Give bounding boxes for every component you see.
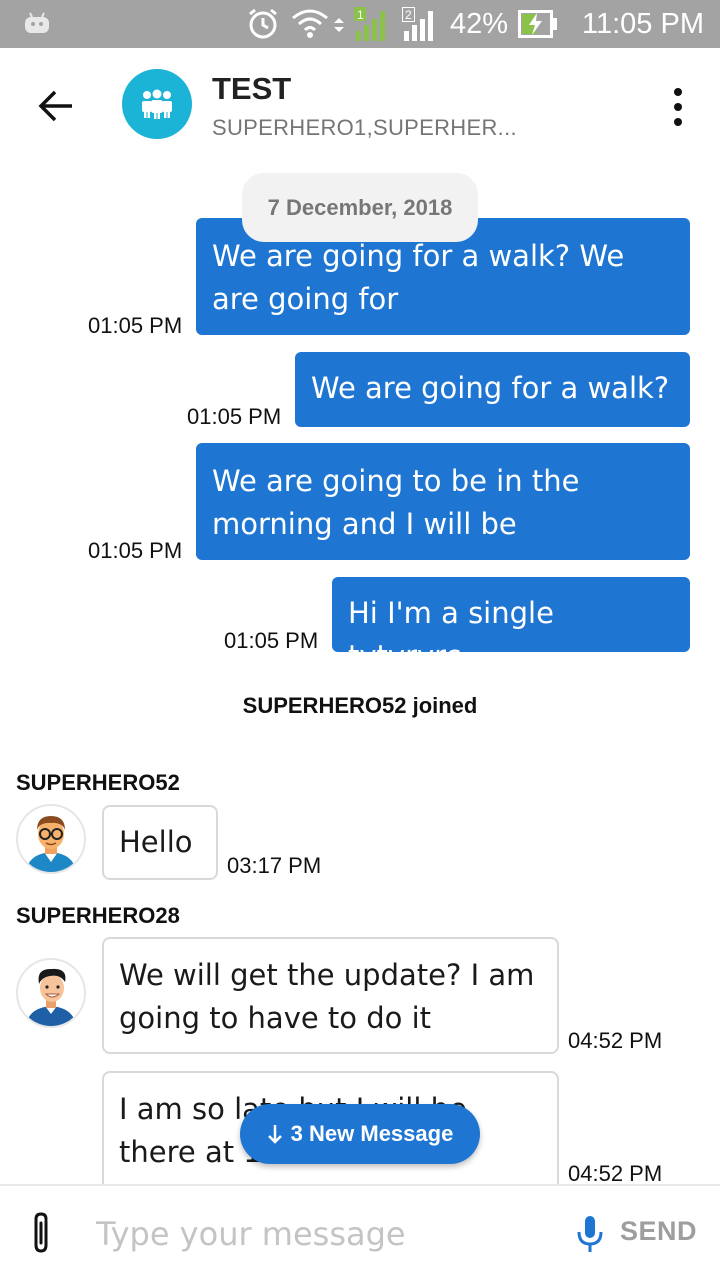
incoming-message[interactable]: We will get the update? I am going to ha… bbox=[102, 937, 559, 1054]
sender-name: SUPERHERO28 bbox=[16, 903, 180, 928]
user-avatar-smiling-icon bbox=[26, 968, 76, 1026]
outgoing-message[interactable]: Hi I'm a single tvtvrvrc bbox=[332, 577, 690, 673]
microphone-icon bbox=[577, 1216, 603, 1252]
outgoing-message[interactable]: We are going to be in the morning and I … bbox=[196, 443, 690, 560]
system-message: SUPERHERO52 joined bbox=[242, 693, 478, 718]
chat-header: TEST SUPERHERO1,SUPERHER... bbox=[0, 48, 720, 166]
paperclip-icon bbox=[34, 1212, 48, 1253]
message-time: 01:05 PM bbox=[88, 538, 183, 563]
date-separator: 7 December, 2018 bbox=[242, 173, 478, 242]
arrow-down-icon bbox=[267, 1125, 282, 1144]
outgoing-message[interactable]: We are going for a walk? bbox=[295, 352, 690, 427]
android-icon bbox=[25, 12, 49, 33]
message-time: 01:05 PM bbox=[187, 404, 282, 429]
more-vert-icon bbox=[674, 88, 682, 96]
message-input[interactable] bbox=[96, 1204, 556, 1264]
more-vert-dot bbox=[674, 118, 682, 126]
svg-text:1: 1 bbox=[357, 8, 364, 22]
arrow-back-icon bbox=[38, 90, 72, 122]
message-time: 01:05 PM bbox=[224, 628, 319, 653]
sim2-label: 2 bbox=[405, 8, 412, 22]
chat-title[interactable]: TEST bbox=[212, 71, 291, 107]
message-text: Hi I'm a single tvtvrvrc bbox=[348, 596, 554, 673]
avatar[interactable] bbox=[16, 958, 86, 1028]
sender-name: SUPERHERO52 bbox=[16, 770, 180, 795]
message-text: We are going to be in the morning and I … bbox=[212, 464, 580, 541]
microphone-button[interactable] bbox=[572, 1210, 608, 1258]
message-composer: SEND bbox=[0, 1184, 720, 1280]
more-vert-dot bbox=[674, 103, 682, 111]
signal-sim1-icon: 1 bbox=[353, 7, 385, 41]
message-text: We are going for a walk? We are going fo… bbox=[212, 239, 625, 316]
group-avatar[interactable] bbox=[122, 69, 192, 139]
avatar[interactable] bbox=[16, 804, 86, 874]
battery-charging-icon bbox=[518, 10, 558, 38]
back-button[interactable] bbox=[28, 78, 84, 134]
signal-sim2-icon: 2 bbox=[401, 7, 433, 41]
message-text: We will get the update? I am going to ha… bbox=[119, 958, 535, 1035]
message-text: Hello bbox=[119, 825, 193, 859]
user-avatar-glasses-icon bbox=[26, 816, 76, 872]
message-time: 04:52 PM bbox=[568, 1028, 663, 1053]
group-icon bbox=[142, 89, 172, 119]
status-time: 11:05 PM bbox=[582, 7, 704, 40]
wifi-icon bbox=[292, 9, 344, 38]
new-messages-label: 3 New Message bbox=[290, 1121, 454, 1146]
message-text: We are going for a walk? bbox=[311, 371, 670, 405]
more-options-button[interactable] bbox=[658, 82, 698, 132]
new-messages-button[interactable]: 3 New Message bbox=[240, 1104, 480, 1164]
message-time: 03:17 PM bbox=[227, 853, 322, 878]
alarm-icon bbox=[249, 8, 277, 39]
status-bar: 1 2 42% 11:05 PM bbox=[0, 0, 720, 48]
battery-percent: 42% bbox=[449, 7, 509, 40]
chat-screen: 1 2 42% 11:05 PM TEST SUPERHERO1,SUPERHE… bbox=[0, 0, 720, 1280]
send-button[interactable]: SEND bbox=[620, 1216, 697, 1247]
incoming-message[interactable]: Hello bbox=[102, 805, 218, 880]
message-time: 01:05 PM bbox=[88, 313, 183, 338]
chat-members[interactable]: SUPERHERO1,SUPERHER... bbox=[212, 115, 517, 141]
attach-button[interactable] bbox=[22, 1208, 62, 1258]
